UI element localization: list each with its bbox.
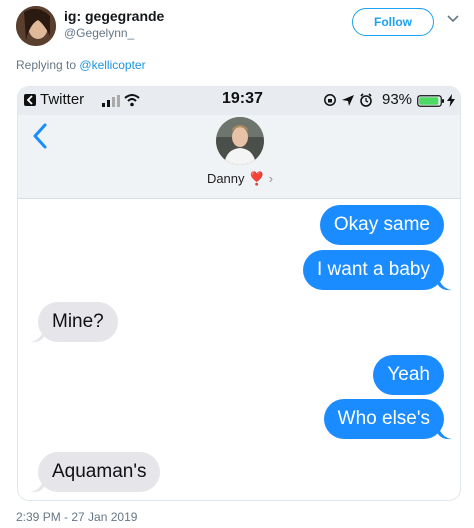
author-display-name[interactable]: ig: gegegrande bbox=[64, 8, 164, 24]
chevron-right-icon: › bbox=[268, 171, 274, 186]
contact-name: Danny bbox=[206, 171, 245, 186]
status-icons bbox=[324, 93, 372, 107]
battery-percent: 93% bbox=[382, 91, 413, 108]
message-bubble-sent[interactable]: Yeah bbox=[373, 355, 444, 395]
replying-to-link[interactable]: @kellicopter bbox=[79, 58, 145, 72]
sent-bubble-tail bbox=[438, 277, 452, 291]
message-bubble-received[interactable]: Aquaman's bbox=[38, 452, 161, 492]
contact-avatar[interactable] bbox=[216, 117, 264, 165]
contact-name-row[interactable]: Danny ❣️ › bbox=[18, 171, 460, 187]
message-bubble-sent[interactable]: Okay same bbox=[319, 205, 444, 245]
battery-icon bbox=[417, 95, 444, 107]
message-bubble-sent[interactable]: I want a baby bbox=[302, 250, 444, 290]
status-time: 19:37 bbox=[222, 90, 263, 107]
back-to-app-label: Twitter bbox=[40, 91, 85, 108]
replying-prefix: Replying to bbox=[16, 58, 77, 72]
author-handle[interactable]: @Gegelynn_ bbox=[64, 26, 134, 40]
message-bubble-sent[interactable]: Who else's bbox=[323, 399, 444, 439]
follow-button[interactable]: Follow bbox=[352, 8, 434, 36]
chevron-down-icon[interactable] bbox=[446, 14, 460, 24]
signal-icon bbox=[102, 95, 120, 107]
alarm-icon bbox=[360, 93, 372, 107]
location-icon bbox=[342, 95, 354, 106]
sent-bubble-tail bbox=[438, 426, 452, 440]
attached-screenshot[interactable]: Twitter 19:37 93% Danny ❣️ › Okay same I… bbox=[17, 86, 461, 501]
back-chevron-icon[interactable] bbox=[32, 123, 48, 149]
author-avatar[interactable] bbox=[16, 6, 56, 46]
heart-exclamation-emoji: ❣️ bbox=[248, 171, 265, 186]
received-bubble-tail bbox=[30, 329, 44, 343]
charging-icon bbox=[447, 94, 455, 107]
message-bubble-received[interactable]: Mine? bbox=[38, 302, 118, 342]
received-bubble-tail bbox=[30, 479, 44, 493]
tweet-header: ig: gegegrande @Gegelynn_ Follow bbox=[0, 0, 474, 60]
back-to-app-icon bbox=[24, 94, 36, 106]
tweet-timestamp[interactable]: 2:39 PM - 27 Jan 2019 bbox=[16, 510, 137, 524]
ios-status-bar: Twitter 19:37 93% bbox=[18, 87, 460, 115]
screen-rotation-lock-icon bbox=[324, 94, 336, 106]
replying-to: Replying to @kellicopter bbox=[16, 58, 146, 72]
wifi-icon bbox=[124, 94, 140, 107]
conversation-header: Danny ❣️ › bbox=[18, 115, 460, 199]
